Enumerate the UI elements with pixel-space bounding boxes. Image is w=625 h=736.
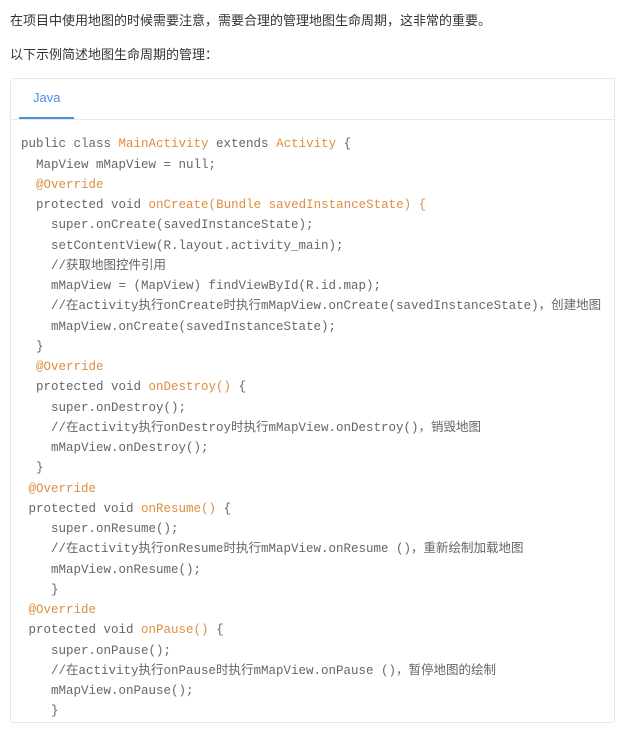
code-line: mMapView = (MapView) findViewById(R.id.m…	[21, 279, 381, 293]
code-token: {	[209, 623, 224, 637]
intro-paragraph-2: 以下示例简述地图生命周期的管理：	[10, 44, 615, 66]
code-token: extends	[209, 137, 277, 151]
code-token: onResume	[141, 502, 201, 516]
code-line: }	[21, 704, 59, 718]
code-token: class	[66, 137, 119, 151]
code-token: protected void	[21, 198, 149, 212]
code-token: {	[231, 380, 246, 394]
code-token: ) {	[404, 198, 427, 212]
code-token: public	[21, 137, 66, 151]
code-line: mMapView.onCreate(savedInstanceState);	[21, 320, 336, 334]
code-token: Activity	[276, 137, 336, 151]
code-line: super.onCreate(savedInstanceState);	[21, 218, 314, 232]
code-line: super.onDestroy();	[21, 401, 186, 415]
code-line: setContentView(R.layout.activity_main);	[21, 239, 344, 253]
code-token: {	[216, 502, 231, 516]
code-line: //在activity执行onCreate时执行mMapView.onCreat…	[21, 299, 601, 313]
code-content: public class MainActivity extends Activi…	[11, 120, 614, 721]
code-line: @Override	[21, 482, 96, 496]
code-line: }	[21, 340, 44, 354]
code-token: Bundle savedInstanceState	[216, 198, 404, 212]
code-token: protected void	[21, 380, 149, 394]
code-line: super.onResume();	[21, 522, 179, 536]
code-line: @Override	[21, 360, 104, 374]
code-line: //在activity执行onPause时执行mMapView.onPause …	[21, 664, 496, 678]
code-token: {	[336, 137, 351, 151]
code-token: ()	[201, 502, 216, 516]
code-token: ()	[194, 623, 209, 637]
code-line: //在activity执行onDestroy时执行mMapView.onDest…	[21, 421, 481, 435]
code-token: onDestroy	[149, 380, 217, 394]
tab-bar: Java	[11, 79, 614, 120]
code-line: mMapView.onResume();	[21, 563, 201, 577]
code-token: protected void	[21, 623, 141, 637]
code-line: }	[21, 461, 44, 475]
code-line: mMapView.onDestroy();	[21, 441, 209, 455]
code-line: @Override	[21, 603, 96, 617]
code-token: ()	[216, 380, 231, 394]
code-line: }	[21, 583, 59, 597]
code-token: onPause	[141, 623, 194, 637]
code-line: //在activity执行onResume时执行mMapView.onResum…	[21, 542, 524, 556]
intro-paragraph-1: 在项目中使用地图的时候需要注意，需要合理的管理地图生命周期，这非常的重要。	[10, 10, 615, 32]
code-token: (	[209, 198, 217, 212]
code-line: @Override	[21, 178, 104, 192]
code-block: Java public class MainActivity extends A…	[10, 78, 615, 722]
code-line: super.onPause();	[21, 644, 171, 658]
code-line: MapView mMapView = null;	[21, 158, 216, 172]
code-line: mMapView.onPause();	[21, 684, 194, 698]
code-token: onCreate	[149, 198, 209, 212]
code-token: MainActivity	[119, 137, 209, 151]
code-line: //获取地图控件引用	[21, 259, 166, 273]
code-token: protected void	[21, 502, 141, 516]
tab-java[interactable]: Java	[19, 79, 74, 119]
